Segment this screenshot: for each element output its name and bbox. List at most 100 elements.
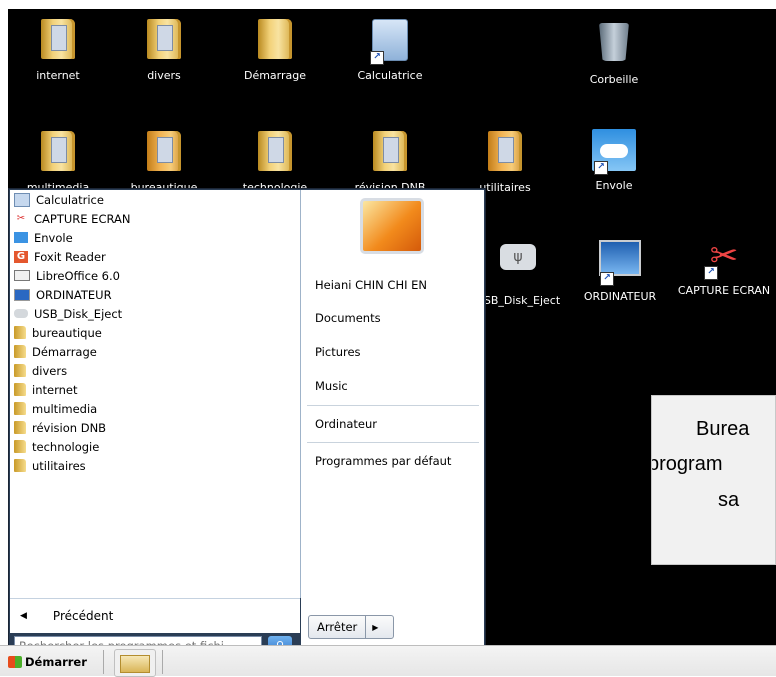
- windows-flag-icon: [8, 656, 22, 668]
- calculator-icon: [14, 192, 30, 207]
- computer-icon: [14, 288, 30, 301]
- taskbar-explorer-button[interactable]: [114, 649, 156, 677]
- divider: [307, 405, 479, 406]
- program-item[interactable]: Démarrage: [10, 342, 300, 361]
- usb-icon: ψ: [496, 244, 540, 288]
- program-list: Calculatrice ✂ CAPTURE ECRAN Envole G Foxit R…: [10, 190, 301, 598]
- desktop-icon-label: divers: [147, 69, 181, 82]
- pictures-link[interactable]: Pictures: [315, 345, 361, 359]
- desktop-icon-divers[interactable]: divers: [112, 17, 216, 82]
- divider: [307, 442, 479, 443]
- callout-line-1: Burea: [696, 418, 750, 440]
- default-programs-link[interactable]: Programmes par défaut: [315, 454, 451, 468]
- scissors-icon: ✂ ↗: [702, 234, 746, 280]
- folder-icon: [253, 131, 297, 175]
- desktop-icon-calculatrice[interactable]: ↗ Calculatrice: [338, 17, 442, 82]
- program-item[interactable]: utilitaires: [10, 456, 300, 475]
- program-item[interactable]: révision DNB: [10, 418, 300, 437]
- desktop-icon-label: Démarrage: [243, 69, 307, 82]
- program-item[interactable]: multimedia: [10, 399, 300, 418]
- divider: [162, 650, 163, 674]
- desktop-icon-envole[interactable]: ↗ Envole: [562, 129, 666, 192]
- program-item[interactable]: ORDINATEUR: [10, 285, 300, 304]
- program-item[interactable]: internet: [10, 380, 300, 399]
- desktop-icon-label: utilitaires: [479, 181, 531, 194]
- program-item-label: CAPTURE ECRAN: [34, 211, 131, 226]
- program-item-label: Envole: [34, 230, 73, 245]
- program-item[interactable]: Envole: [10, 228, 300, 247]
- shutdown-button[interactable]: Arrêter ▶: [308, 615, 394, 639]
- program-item[interactable]: Calculatrice: [10, 190, 300, 209]
- program-item-label: multimedia: [32, 401, 98, 416]
- music-link[interactable]: Music: [315, 379, 348, 393]
- program-item-label: Démarrage: [32, 344, 97, 359]
- documents-link[interactable]: Documents: [315, 311, 381, 325]
- folder-icon: [368, 131, 412, 175]
- user-name-link[interactable]: Heiani CHIN CHI EN: [315, 278, 427, 292]
- desktop-icon-demarrage[interactable]: Démarrage: [223, 17, 327, 82]
- desktop-icon-capture-ecran[interactable]: ✂ ↗ CAPTURE ECRAN: [672, 234, 776, 297]
- program-item-label: divers: [32, 363, 68, 378]
- folder-icon: [142, 19, 186, 63]
- taskbar: Démarrer: [0, 645, 776, 677]
- envole-icon: ↗: [592, 129, 636, 175]
- program-item[interactable]: LibreOffice 6.0: [10, 266, 300, 285]
- ordinateur-link[interactable]: Ordinateur: [315, 417, 377, 431]
- program-item[interactable]: USB_Disk_Eject: [10, 304, 300, 323]
- shutdown-label: Arrêter: [309, 616, 367, 638]
- desktop-icon-technologie[interactable]: technologie: [223, 129, 327, 194]
- folder-icon: [14, 364, 26, 377]
- program-item-label: ORDINATEUR: [36, 287, 112, 302]
- calculator-icon: ↗: [368, 19, 412, 65]
- program-item[interactable]: bureautique: [10, 323, 300, 342]
- desktop-icon-utilitaires[interactable]: utilitaires: [453, 129, 557, 194]
- desktop-icon-label: Calculatrice: [357, 69, 423, 82]
- folder-icon: [14, 459, 26, 472]
- folder-icon: [14, 402, 26, 415]
- desktop-icon-label: Corbeille: [589, 73, 639, 86]
- program-item-label: Calculatrice: [36, 192, 104, 207]
- start-menu: Calculatrice ✂ CAPTURE ECRAN Envole G Foxit R…: [8, 188, 486, 656]
- desktop-icon-multimedia[interactable]: multimedia: [8, 129, 110, 194]
- recycle-bin-icon: [592, 23, 636, 67]
- program-item[interactable]: ✂ CAPTURE ECRAN: [10, 209, 300, 228]
- back-label: Précédent: [52, 609, 114, 623]
- explorer-folder-icon: [120, 655, 150, 673]
- left-arrow-icon: ◀: [20, 611, 27, 621]
- envole-icon: [14, 232, 28, 243]
- desktop-icon-bureautique[interactable]: bureautique: [112, 129, 216, 194]
- user-avatar[interactable]: [360, 198, 424, 254]
- libreoffice-icon: [14, 270, 30, 281]
- program-item-label: bureautique: [32, 325, 102, 340]
- folder-icon: [142, 131, 186, 175]
- folder-icon: [14, 440, 26, 453]
- start-menu-right-pane: Heiani CHIN CHI EN Documents Pictures Mu…: [301, 190, 484, 645]
- desktop-icon-corbeille[interactable]: Corbeille: [562, 19, 666, 86]
- callout-line-3: sa: [718, 489, 740, 511]
- desktop-icon-label: USB_Disk_Eject: [475, 294, 561, 307]
- start-label: Démarrer: [25, 655, 87, 669]
- start-button[interactable]: Démarrer: [8, 651, 87, 673]
- desktop-icon-label: ORDINATEUR: [583, 290, 657, 303]
- folder-icon: [483, 131, 527, 175]
- desktop-icon-ordinateur[interactable]: ↗ ORDINATEUR: [568, 234, 672, 303]
- program-item[interactable]: technologie: [10, 437, 300, 456]
- program-item-label: USB_Disk_Eject: [34, 306, 123, 321]
- program-item-label: révision DNB: [32, 420, 107, 435]
- desktop-icon-revision-dnb[interactable]: révision DNB: [338, 129, 442, 194]
- program-item[interactable]: G Foxit Reader: [10, 247, 300, 266]
- folder-icon: [14, 345, 26, 358]
- program-item-label: utilitaires: [32, 458, 86, 473]
- usb-icon: [14, 309, 28, 318]
- desktop-icon-internet[interactable]: internet: [8, 17, 110, 82]
- folder-icon: [14, 421, 26, 434]
- callout-line-2: program: [651, 453, 723, 475]
- folder-icon: [253, 19, 297, 63]
- back-button[interactable]: ◀ Précédent: [10, 599, 300, 633]
- program-item[interactable]: divers: [10, 361, 300, 380]
- instruction-callout: Burea program sa: [651, 395, 776, 565]
- desktop-icon-label: Envole: [595, 179, 633, 192]
- divider: [103, 650, 104, 674]
- shutdown-options-arrow-icon[interactable]: ▶: [366, 623, 384, 632]
- folder-icon: [14, 383, 26, 396]
